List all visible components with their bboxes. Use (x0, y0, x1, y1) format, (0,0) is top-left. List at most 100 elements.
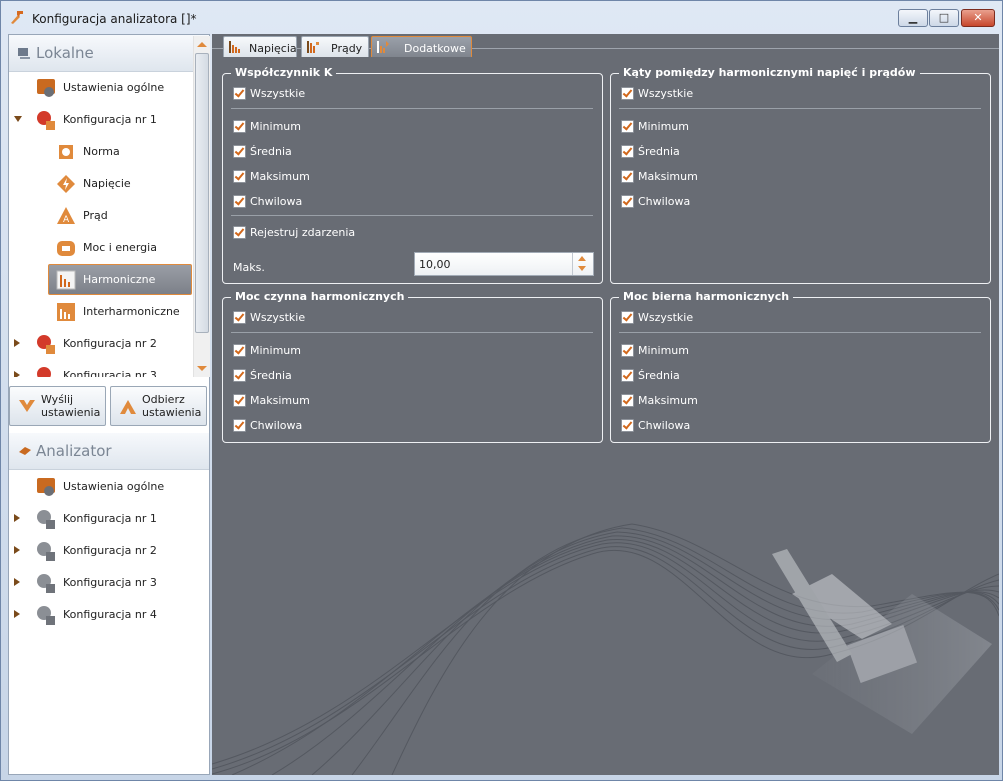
tree-item-analizator-general-settings[interactable]: Ustawienia ogólne (9, 471, 193, 501)
checkbox-label: Średnia (638, 369, 680, 382)
tab-label: Dodatkowe (404, 42, 466, 55)
spin-up-icon[interactable] (578, 256, 586, 261)
lokalne-header[interactable]: Lokalne (9, 35, 209, 72)
maks-spinbox[interactable]: 10,00 (414, 252, 594, 276)
tree-item-norma[interactable]: Norma (9, 136, 193, 166)
checkbox-label: Minimum (250, 120, 301, 133)
tree-item-lokalne-general-settings[interactable]: Ustawienia ogólne (9, 72, 193, 102)
scroll-up-icon[interactable] (197, 42, 207, 47)
collapsed-arrow-icon[interactable] (14, 371, 20, 377)
divider (231, 108, 593, 109)
checkbox-checked-icon (621, 170, 634, 183)
divider (231, 215, 593, 216)
checkbox-checked-icon (233, 87, 246, 100)
close-button[interactable]: ✕ (961, 9, 995, 27)
group-reactive-power-harmonics: Moc bierna harmonicznych Wszystkie Minim… (610, 290, 991, 443)
tree-item-label: Konfiguracja nr 1 (63, 512, 157, 525)
minimize-button[interactable]: ▁ (898, 9, 928, 27)
app-icon (11, 11, 23, 24)
receive-settings-button[interactable]: Odbierz ustawienia (110, 386, 207, 426)
checkbox-checked-icon (233, 120, 246, 133)
voltage-chart-icon (229, 41, 240, 53)
tree-item-napiecie[interactable]: Napięcie (9, 168, 193, 198)
svg-text:A: A (63, 215, 70, 225)
tree-item-label: Konfiguracja nr 1 (63, 113, 157, 126)
checkbox-checked-icon (233, 195, 246, 208)
checkbox-label: Średnia (250, 145, 292, 158)
tree-item-lokalne-config-2[interactable]: Konfiguracja nr 2 (9, 328, 193, 358)
collapsed-arrow-icon[interactable] (14, 546, 20, 554)
checkbox-checked-icon (233, 311, 246, 324)
checkbox-checked-icon (621, 145, 634, 158)
close-icon: ✕ (973, 11, 983, 24)
collapsed-arrow-icon[interactable] (14, 339, 20, 347)
checkbox-label: Maksimum (638, 170, 698, 183)
tree-scrollbar[interactable] (193, 36, 210, 377)
norma-icon (59, 145, 73, 159)
tree-item-lokalne-config-1[interactable]: Konfiguracja nr 1 (9, 104, 193, 134)
checkbox-checked-icon (621, 369, 634, 382)
checkbox-label: Średnia (638, 145, 680, 158)
analizator-tree: Ustawienia ogólne Konfiguracja nr 1 Konf… (9, 471, 209, 641)
group-k-factor: Współczynnik K Wszystkie Minimum Średnia… (222, 66, 603, 284)
divider (619, 332, 981, 333)
divider (619, 108, 981, 109)
collapsed-arrow-icon[interactable] (14, 610, 20, 618)
collapsed-arrow-icon[interactable] (14, 514, 20, 522)
maks-label: Maks. (233, 261, 265, 274)
scrollbar-thumb[interactable] (195, 53, 209, 333)
tree-item-analizator-config-3[interactable]: Konfiguracja nr 3 (9, 567, 193, 597)
tab-prady[interactable]: Prądy (301, 36, 369, 57)
expanded-arrow-icon[interactable] (14, 116, 22, 122)
checkbox-checked-icon (233, 369, 246, 382)
spin-buttons[interactable] (572, 253, 593, 275)
checkbox-label: Chwilowa (638, 195, 691, 208)
checkbox-label: Chwilowa (250, 419, 303, 432)
settings-icon (37, 478, 55, 496)
minimize-icon: ▁ (908, 11, 918, 24)
tab-dodatkowe[interactable]: Dodatkowe (371, 36, 472, 57)
tree-item-lokalne-config-3[interactable]: Konfiguracja nr 3 (9, 360, 193, 377)
checkbox-checked-icon (233, 419, 246, 432)
config-1-icon (37, 510, 55, 529)
left-navigation-pane: Lokalne Ustawienia ogólne Konfiguracja n… (8, 34, 210, 775)
tree-item-label: Konfiguracja nr 2 (63, 337, 157, 350)
voltage-icon (57, 175, 75, 193)
checkbox-checked-icon (621, 195, 634, 208)
analizator-header[interactable]: Analizator (9, 433, 209, 470)
tree-item-label: Ustawienia ogólne (63, 480, 165, 493)
tree-item-interharmoniczne[interactable]: Interharmoniczne (9, 296, 193, 326)
lokalne-header-label: Lokalne (36, 44, 94, 62)
tree-item-analizator-config-4[interactable]: Konfiguracja nr 4 (9, 599, 193, 629)
checkbox-checked-icon (233, 226, 246, 239)
tree-item-analizator-config-1[interactable]: Konfiguracja nr 1 (9, 503, 193, 533)
app-window: Konfiguracja analizatora []* ▁ □ ✕ Lokal… (0, 0, 1003, 781)
checkbox-label: Chwilowa (250, 195, 303, 208)
checkbox-label: Średnia (250, 369, 292, 382)
group-title: Kąty pomiędzy harmonicznymi napięć i prą… (619, 66, 920, 79)
tree-item-label: Konfiguracja nr 3 (63, 576, 157, 589)
tab-label: Prądy (331, 42, 363, 55)
tab-napiecia[interactable]: Napięcia (223, 36, 297, 57)
tree-item-label: Ustawienia ogólne (63, 81, 165, 94)
tree-item-prad[interactable]: A Prąd (9, 200, 193, 230)
tree-item-moc-i-energia[interactable]: Moc i energia (9, 232, 193, 262)
tree-item-harmoniczne[interactable]: Harmoniczne (9, 264, 193, 295)
checkbox-label: Rejestruj zdarzenia (250, 226, 356, 239)
config-3-icon (37, 574, 55, 593)
config-1-icon (37, 111, 55, 130)
checkbox-checked-icon (621, 311, 634, 324)
checkbox-label: Minimum (250, 344, 301, 357)
spin-down-icon[interactable] (578, 266, 586, 271)
scroll-down-icon[interactable] (197, 366, 207, 371)
lokalne-tree: Ustawienia ogólne Konfiguracja nr 1 Norm… (9, 72, 193, 377)
collapsed-arrow-icon[interactable] (14, 578, 20, 586)
send-settings-label: Wyślij ustawienia (41, 393, 101, 419)
tab-bar: Napięcia Prądy Dodatkowe (212, 34, 999, 57)
checkbox-label: Minimum (638, 120, 689, 133)
maximize-button[interactable]: □ (929, 9, 959, 27)
send-settings-button[interactable]: Wyślij ustawienia (9, 386, 106, 426)
group-active-power-harmonics: Moc czynna harmonicznych Wszystkie Minim… (222, 290, 603, 443)
checkbox-checked-icon (233, 344, 246, 357)
tree-item-analizator-config-2[interactable]: Konfiguracja nr 2 (9, 535, 193, 565)
